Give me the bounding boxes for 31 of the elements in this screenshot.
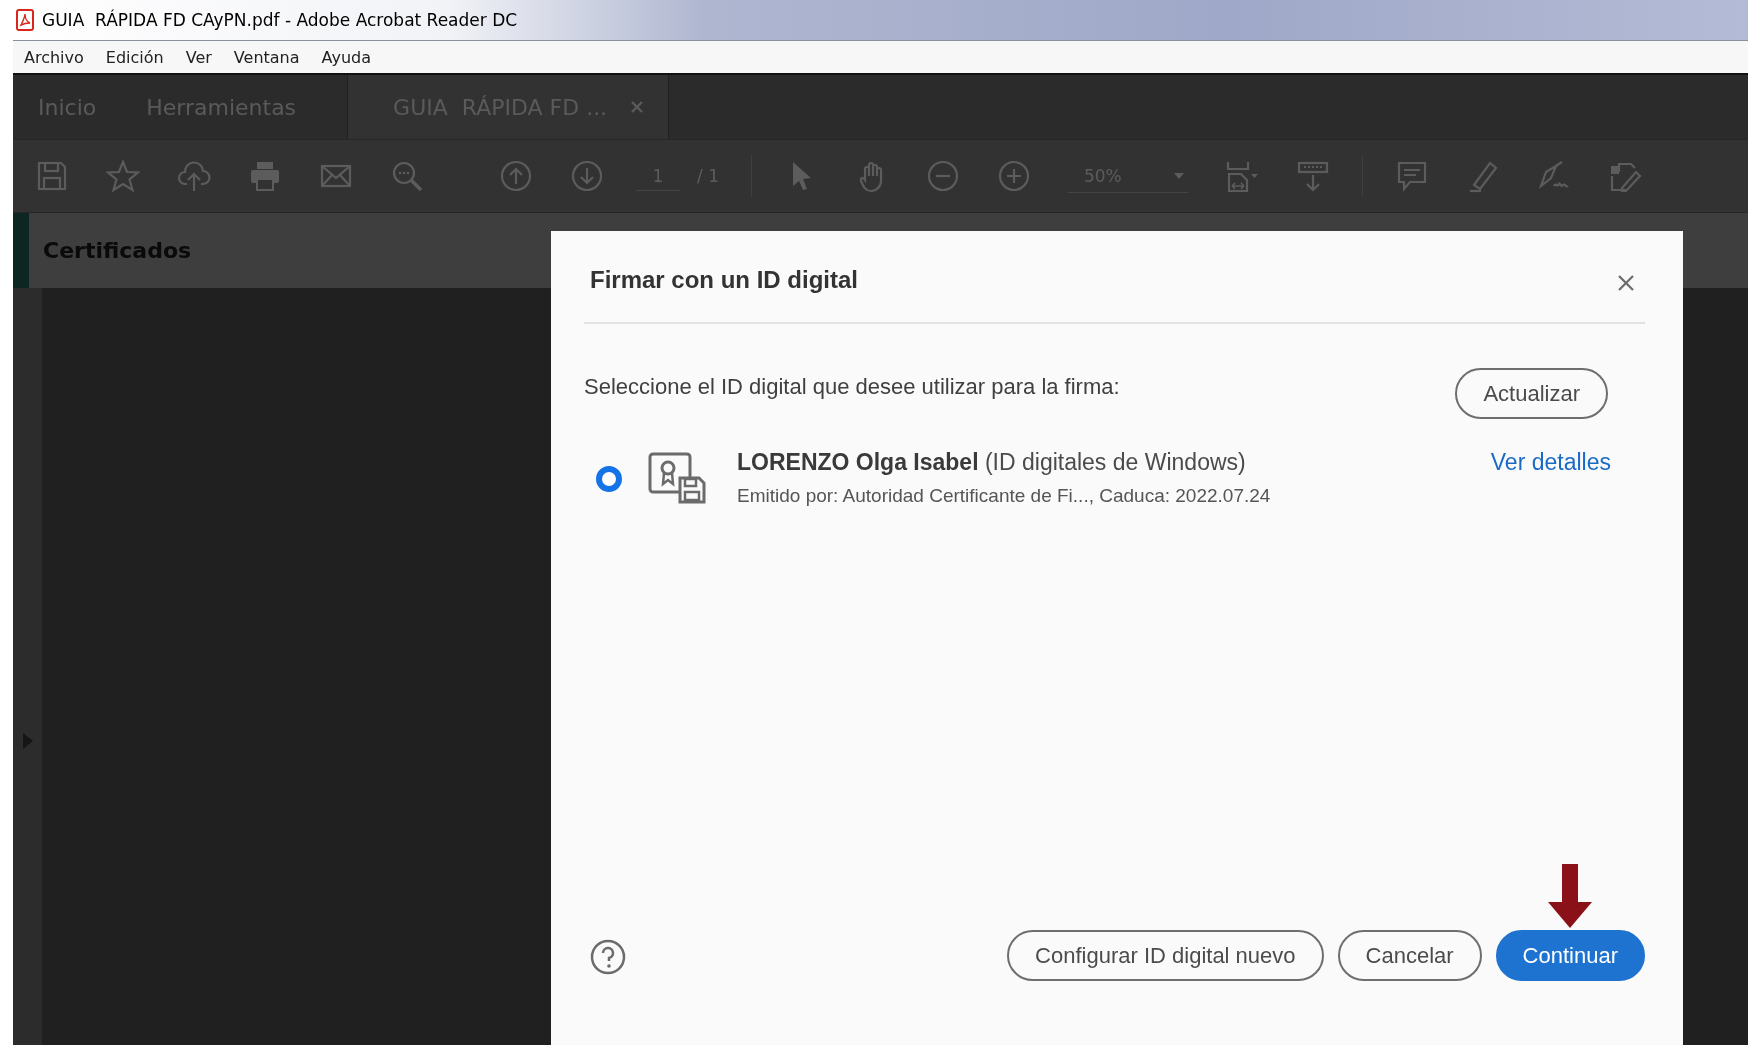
fit-page-icon[interactable] bbox=[1224, 159, 1259, 193]
prompt-text: Seleccione el ID digital que desee utilizar para la firma: bbox=[584, 373, 1120, 400]
menu-item[interactable]: Ver bbox=[185, 47, 212, 67]
print-icon[interactable] bbox=[248, 159, 282, 193]
search-icon[interactable] bbox=[390, 159, 424, 193]
cancel-button[interactable]: Cancelar bbox=[1337, 930, 1482, 981]
window-title: GUIA RÁPIDA FD CAyPN.pdf - Adobe Acrobat Reader DC bbox=[42, 10, 518, 30]
star-icon[interactable] bbox=[106, 159, 140, 193]
menu-item[interactable]: Archivo bbox=[24, 47, 84, 67]
certificate-details: Emitido por: Autoridad Certificante de Fi..., Caduca: 2022.07.24 bbox=[737, 485, 1272, 507]
annotation-arrow bbox=[1548, 864, 1593, 928]
dialog-title: Firmar con un ID digital bbox=[590, 264, 859, 294]
details-link[interactable]: Ver detalles bbox=[1490, 449, 1611, 476]
caret-icon bbox=[1173, 172, 1184, 179]
close-icon[interactable] bbox=[1617, 273, 1635, 292]
new-id-button[interactable]: Configurar ID digital nuevo bbox=[1007, 930, 1324, 981]
certificate-name: LORENZO Olga Isabel (ID digitales de Windows) bbox=[737, 449, 1247, 476]
radio-button[interactable] bbox=[596, 466, 622, 492]
cloud-upload-icon[interactable] bbox=[177, 159, 211, 193]
continue-button[interactable]: Continuar bbox=[1495, 930, 1645, 981]
help-icon[interactable] bbox=[590, 939, 626, 975]
menu-item[interactable]: Edición bbox=[105, 47, 164, 67]
pdf-icon bbox=[16, 9, 34, 31]
refresh-button[interactable]: Actualizar bbox=[1455, 368, 1608, 419]
zoom-in-icon[interactable] bbox=[996, 159, 1031, 193]
zoom-out-icon[interactable] bbox=[925, 159, 960, 193]
menu-item[interactable]: Ventana bbox=[233, 47, 300, 67]
save-icon[interactable] bbox=[35, 159, 69, 193]
scroll-mode-icon[interactable] bbox=[1295, 159, 1330, 193]
certificate-icon bbox=[648, 452, 706, 504]
menu-item[interactable]: Ayuda bbox=[321, 47, 371, 67]
